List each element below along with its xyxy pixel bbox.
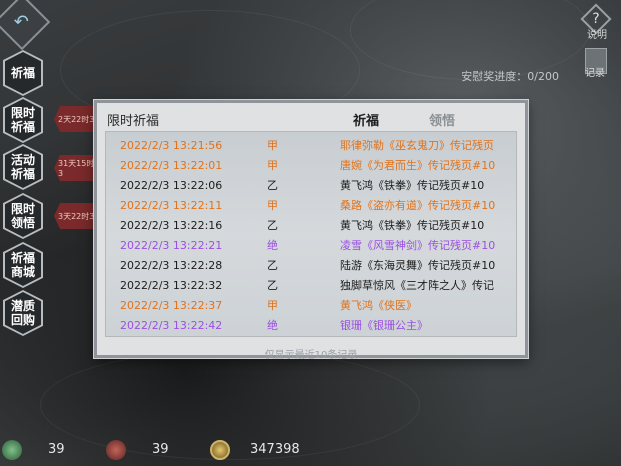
nav-item-label: 限时领悟 bbox=[10, 202, 35, 230]
nav-item-label: 限时祈福 bbox=[10, 106, 35, 134]
record-item: 银珊《银珊公主》 bbox=[340, 319, 428, 332]
record-row: 2022/2/3 13:22:06 乙 黄飞鸿《铁拳》传记残页#10 bbox=[106, 176, 518, 196]
record-item: 桑路《盗亦有道》传记残页#10 bbox=[340, 199, 496, 212]
record-grade: 绝 bbox=[267, 239, 278, 252]
record-item: 唐婉《为君而生》传记残页#10 bbox=[340, 159, 496, 172]
record-grade: 甲 bbox=[267, 159, 278, 172]
timer-tag: 3天22时3 bbox=[54, 203, 98, 229]
resource-bar: 39 39 347398 bbox=[0, 432, 621, 466]
help-label: 说明 bbox=[587, 30, 607, 41]
record-item: 耶律弥勒《巫玄鬼刀》传记残页 bbox=[340, 139, 494, 152]
record-grade: 甲 bbox=[267, 299, 278, 312]
back-arrow-icon: ↶ bbox=[14, 11, 30, 33]
record-grade: 甲 bbox=[267, 199, 278, 212]
token-icon bbox=[106, 440, 126, 460]
record-grade: 甲 bbox=[267, 139, 278, 152]
resource-count: 39 bbox=[152, 442, 169, 457]
record-time: 2022/2/3 13:22:11 bbox=[120, 199, 223, 212]
record-time: 2022/2/3 13:22:01 bbox=[120, 159, 223, 172]
record-item: 黄飞鸿《铁拳》传记残页#10 bbox=[340, 219, 485, 232]
record-time: 2022/2/3 13:21:56 bbox=[120, 139, 223, 152]
nav-item-label: 潜质回购 bbox=[10, 299, 35, 327]
record-grade: 乙 bbox=[267, 259, 278, 272]
coin-icon bbox=[210, 440, 230, 460]
records-footer-note: 仅显示最近10条记录 bbox=[264, 350, 358, 361]
record-label: 记录 bbox=[585, 68, 605, 79]
tab-insight[interactable]: 领悟 bbox=[429, 110, 455, 129]
record-time: 2022/2/3 13:22:42 bbox=[120, 319, 223, 332]
record-time: 2022/2/3 13:22:28 bbox=[120, 259, 223, 272]
record-grade: 绝 bbox=[267, 319, 278, 332]
record-item: 黄飞鸿《侠医》 bbox=[340, 299, 417, 312]
record-item: 陆游《东海灵舞》传记残页#10 bbox=[340, 259, 496, 272]
record-row: 2022/2/3 13:22:16 乙 黄飞鸿《铁拳》传记残页#10 bbox=[106, 216, 518, 236]
timer-tag: 31天15时3 bbox=[54, 155, 98, 181]
record-row: 2022/2/3 13:22:32 乙 独脚草惊风《三才阵之人》传记 bbox=[106, 276, 518, 296]
tab-pray[interactable]: 祈福 bbox=[353, 110, 379, 129]
nav-item-label: 祈福商城 bbox=[10, 251, 35, 279]
dialog-title: 限时祈福 bbox=[107, 114, 160, 129]
record-time: 2022/2/3 13:22:06 bbox=[120, 179, 223, 192]
record-time: 2022/2/3 13:22:21 bbox=[120, 239, 223, 252]
record-grade: 乙 bbox=[267, 219, 278, 232]
record-row: 2022/2/3 13:22:37 甲 黄飞鸿《侠医》 bbox=[106, 296, 518, 316]
pray-records-dialog: 限时祈福 祈福 领悟 2022/2/3 13:21:56 甲 耶律弥勒《巫玄鬼刀… bbox=[94, 100, 528, 361]
record-row: 2022/2/3 13:21:56 甲 耶律弥勒《巫玄鬼刀》传记残页 bbox=[106, 136, 518, 156]
record-row: 2022/2/3 13:22:21 绝 凌雪《风雪神剑》传记残页#10 bbox=[106, 236, 518, 256]
record-item: 独脚草惊风《三才阵之人》传记 bbox=[340, 279, 494, 292]
record-grade: 乙 bbox=[267, 179, 278, 192]
record-row: 2022/2/3 13:22:42 绝 银珊《银珊公主》 bbox=[106, 316, 518, 336]
record-time: 2022/2/3 13:22:37 bbox=[120, 299, 223, 312]
record-item: 凌雪《风雪神剑》传记残页#10 bbox=[340, 239, 496, 252]
jade-icon bbox=[2, 440, 22, 460]
record-row: 2022/2/3 13:22:28 乙 陆游《东海灵舞》传记残页#10 bbox=[106, 256, 518, 276]
record-item: 黄飞鸿《铁拳》传记残页#10 bbox=[340, 179, 485, 192]
record-grade: 乙 bbox=[267, 279, 278, 292]
timer-tag: 2天22时3 bbox=[54, 106, 98, 132]
nav-item-label: 活动祈福 bbox=[10, 153, 35, 181]
nav-item-label: 祈福 bbox=[10, 66, 35, 80]
coin-count: 347398 bbox=[250, 442, 300, 457]
resource-count: 39 bbox=[48, 442, 65, 457]
record-row: 2022/2/3 13:22:11 甲 桑路《盗亦有道》传记残页#10 bbox=[106, 196, 518, 216]
record-row: 2022/2/3 13:22:01 甲 唐婉《为君而生》传记残页#10 bbox=[106, 156, 518, 176]
records-list: 2022/2/3 13:21:56 甲 耶律弥勒《巫玄鬼刀》传记残页 2022/… bbox=[105, 131, 517, 337]
record-time: 2022/2/3 13:22:16 bbox=[120, 219, 223, 232]
consolation-progress: 安慰奖进度：0/200 bbox=[461, 70, 559, 83]
record-time: 2022/2/3 13:22:32 bbox=[120, 279, 223, 292]
